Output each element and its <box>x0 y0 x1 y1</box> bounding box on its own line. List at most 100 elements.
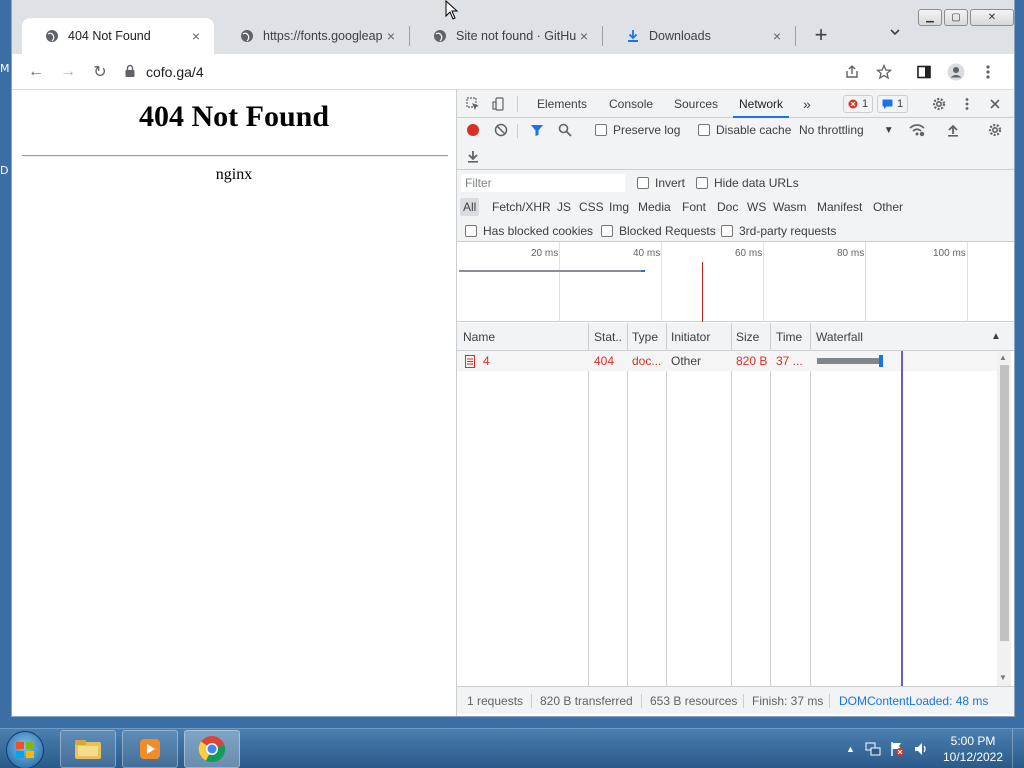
throttling-select[interactable]: No throttling ▼ <box>799 123 894 137</box>
more-tabs-icon[interactable]: » <box>797 90 817 118</box>
tab-downloads[interactable]: Downloads × <box>603 18 795 54</box>
lock-icon[interactable] <box>124 64 136 81</box>
transferred-size: 820 B transferred <box>540 694 633 708</box>
filter-ws[interactable]: WS <box>744 198 769 216</box>
column-name[interactable]: Name <box>463 323 495 351</box>
column-size[interactable]: Size <box>736 323 759 351</box>
tab-site-not-found[interactable]: Site not found · GitHub × <box>410 18 602 54</box>
show-hidden-icons-icon[interactable]: ▲ <box>846 744 855 754</box>
blocked-requests-checkbox[interactable]: Blocked Requests <box>601 224 716 238</box>
scroll-down-arrow-icon[interactable]: ▼ <box>999 673 1007 682</box>
scroll-up-arrow-icon[interactable]: ▲ <box>999 353 1007 362</box>
network-conditions-icon[interactable] <box>907 120 927 140</box>
messages-badge[interactable]: 1 <box>877 95 909 113</box>
network-overview[interactable]: 20 ms 40 ms 60 ms 80 ms 100 ms <box>457 242 1014 322</box>
has-blocked-cookies-checkbox[interactable]: Has blocked cookies <box>465 224 593 238</box>
tab-fonts-googleapis[interactable]: https://fonts.googleapis × <box>217 18 409 54</box>
column-status[interactable]: Stat.. <box>594 323 622 351</box>
filter-fetch-xhr[interactable]: Fetch/XHR <box>489 198 554 216</box>
maximize-button[interactable]: ▢ <box>944 9 968 26</box>
throttling-value: No throttling <box>799 123 864 137</box>
tab-elements[interactable]: Elements <box>531 90 593 118</box>
close-window-button[interactable]: ✕ <box>970 9 1014 26</box>
tab-title: Downloads <box>649 29 711 43</box>
side-panel-icon[interactable] <box>912 60 936 84</box>
preserve-log-label: Preserve log <box>613 123 681 137</box>
sort-arrow-icon[interactable]: ▲ <box>991 323 1001 351</box>
disable-cache-checkbox[interactable]: Disable cache <box>698 123 791 137</box>
third-party-requests-checkbox[interactable]: 3rd-party requests <box>721 224 836 238</box>
record-icon[interactable] <box>463 120 483 140</box>
filter-doc[interactable]: Doc <box>714 198 741 216</box>
chrome-taskbar-button[interactable] <box>184 730 240 768</box>
network-settings-gear-icon[interactable] <box>985 120 1005 140</box>
device-toolbar-icon[interactable] <box>489 94 509 114</box>
start-button[interactable] <box>6 731 44 768</box>
tab-close-icon[interactable]: × <box>576 28 592 44</box>
filter-font[interactable]: Font <box>679 198 709 216</box>
vertical-scrollbar[interactable]: ▲ ▼ <box>997 351 1011 686</box>
filter-js[interactable]: JS <box>554 198 574 216</box>
preserve-log-checkbox[interactable]: Preserve log <box>595 123 680 137</box>
inspect-element-icon[interactable] <box>463 94 483 114</box>
back-button[interactable]: ← <box>24 60 48 84</box>
column-type[interactable]: Type <box>632 323 658 351</box>
filter-css[interactable]: CSS <box>576 198 607 216</box>
volume-icon <box>914 743 926 755</box>
share-icon[interactable] <box>840 60 864 84</box>
tab-console[interactable]: Console <box>603 90 659 118</box>
window-controls: ▁ ▢ ✕ <box>916 9 1014 27</box>
hide-data-urls-checkbox[interactable]: Hide data URLs <box>696 176 799 190</box>
media-player-icon <box>140 739 160 759</box>
filter-media[interactable]: Media <box>635 198 674 216</box>
forward-button[interactable]: → <box>56 60 80 84</box>
filter-wasm[interactable]: Wasm <box>770 198 810 216</box>
column-waterfall[interactable]: Waterfall <box>816 323 863 351</box>
search-icon[interactable] <box>555 120 575 140</box>
media-player-taskbar-button[interactable] <box>122 730 178 768</box>
devtools-menu-icon[interactable] <box>957 94 977 114</box>
address-bar[interactable]: cofo.ga/4 <box>124 58 884 86</box>
url-text[interactable]: cofo.ga/4 <box>146 64 204 80</box>
profile-avatar[interactable] <box>944 60 968 84</box>
has-blocked-cookies-label: Has blocked cookies <box>483 224 594 238</box>
horizontal-rule <box>22 155 448 157</box>
invert-checkbox[interactable]: Invert <box>637 176 685 190</box>
filter-icon[interactable] <box>527 120 547 140</box>
errors-badge[interactable]: 1 <box>843 95 874 113</box>
minimize-button[interactable]: ▁ <box>918 9 942 26</box>
show-desktop-button[interactable] <box>1012 729 1024 768</box>
reload-button[interactable]: ↻ <box>88 60 112 84</box>
table-row[interactable]: 4 404 doc... Other 820 B 37 ... <box>457 351 997 371</box>
tab-close-icon[interactable]: × <box>769 28 785 44</box>
tab-sources[interactable]: Sources <box>668 90 724 118</box>
tab-404-not-found[interactable]: 404 Not Found × <box>22 18 214 54</box>
overview-tick: 60 ms <box>735 248 763 259</box>
taskbar-clock[interactable]: 5:00 PM 10/12/2022 <box>938 733 1008 765</box>
system-tray: ▲ <box>846 729 929 768</box>
globe-icon <box>239 28 255 44</box>
import-har-icon[interactable] <box>943 120 963 140</box>
tab-close-icon[interactable]: × <box>383 28 399 44</box>
bookmark-star-icon[interactable] <box>872 60 896 84</box>
export-har-icon[interactable] <box>463 146 483 166</box>
tab-network[interactable]: Network <box>733 90 790 118</box>
scrollbar-thumb[interactable] <box>1000 365 1009 641</box>
close-devtools-icon[interactable] <box>985 94 1005 114</box>
tab-search-button[interactable] <box>885 26 905 46</box>
clear-icon[interactable] <box>491 120 511 140</box>
settings-gear-icon[interactable] <box>929 94 949 114</box>
kebab-menu-icon[interactable] <box>976 60 1000 84</box>
filter-manifest[interactable]: Manifest <box>814 198 865 216</box>
filter-all[interactable]: All <box>460 198 480 216</box>
filter-other[interactable]: Other <box>870 198 906 216</box>
tab-close-icon[interactable]: × <box>188 28 204 44</box>
filter-input[interactable]: Filter <box>461 174 625 192</box>
column-time[interactable]: Time <box>776 323 802 351</box>
file-explorer-taskbar-button[interactable] <box>60 730 116 768</box>
filter-img[interactable]: Img <box>606 198 632 216</box>
new-tab-button[interactable]: + <box>809 24 833 48</box>
browser-toolbar: ← → ↻ cofo.ga/4 <box>12 54 1014 90</box>
column-initiator[interactable]: Initiator <box>671 323 710 351</box>
status-divider <box>641 694 642 708</box>
